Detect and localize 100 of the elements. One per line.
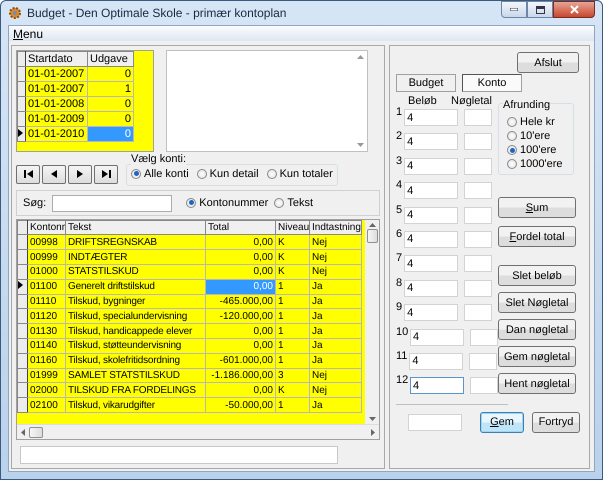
table-cell: 01000 [28, 264, 66, 280]
radio-button[interactable]: Tekst [274, 196, 314, 209]
row-selector[interactable] [18, 234, 28, 250]
key-figure-field[interactable] [464, 255, 492, 272]
scroll-down-icon[interactable] [356, 143, 364, 147]
key-figure-field[interactable] [464, 206, 492, 224]
action-button[interactable]: Slet Nøgletal [498, 292, 576, 313]
menu-item[interactable]: Menu [13, 26, 44, 40]
tab[interactable]: Budget [396, 74, 456, 92]
table-cell: 01-01-2009 [26, 112, 88, 126]
row-selector[interactable] [18, 96, 26, 112]
radio-button[interactable]: Kun detail [196, 168, 259, 180]
key-figure-field[interactable] [464, 230, 492, 248]
close-button[interactable] [553, 1, 595, 18]
key-figure-field[interactable] [464, 109, 492, 126]
table-cell: Ja [310, 308, 362, 324]
save-button[interactable]: Gem [480, 412, 524, 433]
action-button[interactable]: Dan nøgletal [498, 319, 576, 340]
table-cell: DRIFTSREGNSKAB [66, 234, 206, 250]
key-figure-field[interactable] [464, 304, 492, 322]
amount-field[interactable]: 4 [410, 377, 464, 394]
row-selector[interactable] [18, 338, 28, 354]
row-selector[interactable] [18, 82, 26, 96]
amount-field[interactable]: 4 [404, 230, 458, 248]
amount-field[interactable]: 4 [404, 304, 458, 322]
row-selector[interactable] [18, 294, 28, 309]
cancel-button[interactable]: Fortryd [532, 412, 580, 433]
maximize-button[interactable] [527, 1, 553, 18]
table-cell: 01-01-2007 [26, 82, 88, 96]
row-selector[interactable] [18, 324, 28, 339]
next-record-button[interactable] [68, 164, 92, 184]
table-cell: 01130 [28, 324, 66, 339]
key-figure-field[interactable] [470, 377, 498, 394]
row-selector[interactable] [18, 382, 28, 398]
prev-record-button[interactable] [42, 164, 66, 184]
table-cell: Tilskud, specialundervisning [66, 308, 206, 324]
action-button[interactable]: Sum [498, 197, 576, 218]
skip-to-end-icon [102, 170, 110, 178]
scroll-thumb[interactable] [366, 228, 378, 243]
action-button[interactable]: Hent nøgletal [498, 373, 576, 394]
amount-field[interactable]: 4 [404, 109, 458, 126]
amount-field[interactable]: 4 [410, 328, 464, 346]
first-record-button[interactable] [16, 164, 40, 184]
table-cell: 0 [88, 96, 134, 112]
scroll-left-icon[interactable] [21, 428, 25, 436]
table-cell: -465.000,00 [206, 294, 276, 309]
row-selector[interactable] [18, 126, 26, 142]
radio-button[interactable]: Hele kr [507, 116, 569, 128]
input-field[interactable] [20, 446, 338, 464]
scrollbar[interactable] [17, 424, 379, 440]
row-selector[interactable] [18, 279, 28, 294]
radio-button[interactable]: 1000'ere [507, 158, 569, 170]
key-figure-field[interactable] [464, 133, 492, 150]
row-selector[interactable] [18, 353, 28, 368]
key-figure-field[interactable] [470, 328, 498, 346]
radio-button[interactable]: 100'ere [507, 144, 569, 156]
row-selector[interactable] [18, 368, 28, 383]
table-cell: Tilskud, skolefritidsordning [66, 353, 206, 368]
action-button[interactable]: Gem nøgletal [498, 346, 576, 367]
close-icon [570, 5, 578, 14]
exit-button[interactable]: Afslut [517, 52, 579, 73]
amount-field[interactable]: 4 [404, 255, 458, 272]
row-selector[interactable] [18, 398, 28, 413]
scroll-right-icon[interactable] [371, 428, 375, 436]
scroll-thumb[interactable] [29, 426, 43, 438]
amount-field[interactable]: 4 [404, 280, 458, 297]
radio-button[interactable]: Kontonummer [186, 196, 268, 209]
search-field[interactable] [52, 195, 172, 212]
row-selector[interactable] [18, 308, 28, 324]
row-selector[interactable] [18, 264, 28, 280]
table-cell: INDTÆGTER [66, 250, 206, 265]
scroll-up-icon[interactable] [356, 55, 364, 59]
scroll-down-icon[interactable] [368, 417, 376, 422]
action-button[interactable]: Slet beløb [498, 265, 576, 286]
amount-field[interactable]: 4 [409, 352, 464, 370]
key-figure-field[interactable] [464, 280, 492, 297]
group-label: Afrunding [503, 99, 550, 111]
key-figure-field[interactable] [464, 182, 492, 200]
radio-button[interactable]: Kun totaler [266, 168, 333, 180]
table-cell: SAMLET STATSTILSKUD [66, 368, 206, 383]
table-cell: Ja [310, 324, 362, 339]
key-figure-field[interactable] [464, 158, 492, 175]
amount-field[interactable]: 4 [404, 206, 458, 224]
amount-field[interactable]: 4 [404, 182, 458, 200]
row-selector[interactable] [18, 250, 28, 265]
table-cell: Tilskud, handicappede elever [66, 324, 206, 339]
minimize-button[interactable] [501, 1, 527, 18]
amount-field[interactable]: 4 [404, 133, 458, 150]
row-number: 7 [396, 253, 404, 264]
row-selector[interactable] [18, 66, 26, 82]
tab[interactable]: Konto [462, 74, 522, 92]
total-field[interactable] [408, 414, 462, 431]
radio-button[interactable]: Alle konti [131, 168, 189, 180]
radio-button[interactable]: 10'ere [507, 130, 569, 142]
key-figure-field[interactable] [469, 352, 498, 370]
amount-field[interactable]: 4 [404, 158, 458, 175]
action-button[interactable]: Fordel total [498, 226, 576, 247]
table-cell: Ja [310, 294, 362, 309]
row-selector[interactable] [18, 112, 26, 126]
last-record-button[interactable] [94, 164, 118, 184]
